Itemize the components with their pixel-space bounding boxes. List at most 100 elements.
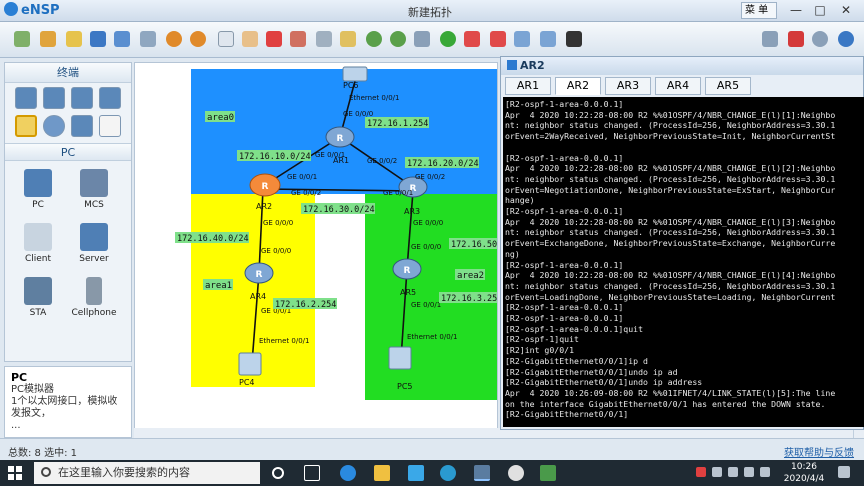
pc6-icon[interactable] xyxy=(342,66,368,82)
pc4-icon[interactable] xyxy=(238,352,262,376)
tab-ar4[interactable]: AR4 xyxy=(655,77,701,95)
area2-label: area2 xyxy=(457,271,484,281)
network-icon[interactable] xyxy=(728,467,738,477)
print-icon[interactable] xyxy=(140,31,156,47)
terminal-output[interactable]: [R2-ospf-1-area-0.0.0.1] Apr 4 2020 10:22… xyxy=(503,97,864,427)
device-cellphone[interactable]: Cellphone xyxy=(67,277,121,318)
topology-icon[interactable] xyxy=(540,31,556,47)
router-glyph: R xyxy=(404,266,411,276)
fit-icon[interactable] xyxy=(414,31,430,47)
save-as-icon[interactable] xyxy=(114,31,130,47)
subnet-label: 172.16.40.0/24 xyxy=(177,234,249,244)
terminal-line: nt: neighbor status changed. (ProcessId=… xyxy=(505,280,836,291)
app-taskbar-icon[interactable] xyxy=(508,465,524,481)
other-category-icon[interactable] xyxy=(71,115,93,137)
save-icon[interactable] xyxy=(90,31,106,47)
pc5-icon[interactable] xyxy=(388,346,412,370)
select-icon[interactable] xyxy=(218,31,234,47)
stop-all-icon[interactable] xyxy=(490,31,506,47)
terminal-category-icon[interactable] xyxy=(15,115,37,137)
tab-ar3[interactable]: AR3 xyxy=(605,77,651,95)
ime-icon[interactable] xyxy=(760,467,770,477)
chat-icon[interactable] xyxy=(762,31,778,47)
mail-icon[interactable] xyxy=(408,465,424,481)
zoom-in-icon[interactable] xyxy=(366,31,382,47)
text-icon[interactable] xyxy=(316,31,332,47)
cable-category-icon[interactable] xyxy=(99,115,121,137)
new-example-icon[interactable] xyxy=(40,31,56,47)
start-pane xyxy=(8,466,14,472)
palette-icon[interactable] xyxy=(340,31,356,47)
tab-ar1[interactable]: AR1 xyxy=(505,77,551,95)
file-explorer-icon[interactable] xyxy=(374,465,390,481)
stop-icon[interactable] xyxy=(464,31,480,47)
device-client[interactable]: Client xyxy=(11,223,65,264)
capture-icon[interactable] xyxy=(514,31,530,47)
device-pc[interactable]: PC xyxy=(11,169,65,210)
terminal-line: orEvent=LoadingDone, NeighborPreviousSta… xyxy=(505,291,836,302)
gear-icon[interactable] xyxy=(812,31,828,47)
topology-svg: R R R R R area0 area1 area2 PC6 AR1 AR2 … xyxy=(175,66,497,400)
task-view-icon[interactable] xyxy=(304,465,320,481)
hand-icon[interactable] xyxy=(242,31,258,47)
help-icon[interactable] xyxy=(838,31,854,47)
terminal-line: Apr 4 2020 10:26:09-08:00 R2 %%01IFNET/4… xyxy=(505,387,836,398)
area0-label: area0 xyxy=(207,113,234,123)
open-icon[interactable] xyxy=(66,31,82,47)
topology-canvas[interactable]: R R R R R area0 area1 area2 PC6 AR1 AR2 … xyxy=(134,62,498,438)
pc4-name: PC4 xyxy=(239,378,255,387)
huawei-icon[interactable] xyxy=(788,31,804,47)
terminal-icon[interactable] xyxy=(566,31,582,47)
router-category-icon[interactable] xyxy=(15,87,37,109)
tab-ar2[interactable]: AR2 xyxy=(555,77,601,95)
wlan-category-icon[interactable] xyxy=(71,87,93,109)
device-sta[interactable]: STA xyxy=(11,277,65,318)
redo-icon[interactable] xyxy=(190,31,206,47)
undo-icon[interactable] xyxy=(166,31,182,47)
close-button[interactable]: ✕ xyxy=(836,2,856,19)
firewall-category-icon[interactable] xyxy=(99,87,121,109)
minimize-button[interactable]: — xyxy=(786,2,806,19)
taskbar-search-input[interactable]: 在这里输入你要搜索的内容 xyxy=(34,462,260,484)
start-pane xyxy=(8,474,14,480)
subnet-label: 172.16.2.254 xyxy=(275,300,336,310)
sogou-icon[interactable] xyxy=(696,467,706,477)
browser-icon[interactable] xyxy=(440,465,456,481)
terminal-line: [R2-GigabitEthernet0/0/1]ip d xyxy=(505,355,648,366)
switch-category-icon[interactable] xyxy=(43,87,65,109)
menu-button[interactable]: 菜 单 ▾ xyxy=(741,2,777,31)
start-icon[interactable] xyxy=(440,31,456,47)
cloud-category-icon[interactable] xyxy=(43,115,65,137)
router-glyph: R xyxy=(256,270,263,280)
tab-ar5[interactable]: AR5 xyxy=(705,77,751,95)
chevron-up-icon[interactable] xyxy=(712,467,722,477)
zoom-out-icon[interactable] xyxy=(390,31,406,47)
desc-line: 1个以太网接口，模拟收 xyxy=(11,396,118,407)
help-feedback-link[interactable]: 获取帮助与反馈 xyxy=(784,444,854,459)
terminal-line: orEvent=ExchangeDone, NeighborPreviousSt… xyxy=(505,238,836,249)
subnet-label: 172.16.30.0/24 xyxy=(303,205,375,215)
media-taskbar-icon[interactable] xyxy=(540,465,556,481)
terminal-line: [R2-ospf-1-area-0.0.0.1] xyxy=(505,313,624,324)
taskbar-clock[interactable]: 10:26 2020/4/4 xyxy=(780,461,828,485)
windows-start-icon[interactable] xyxy=(8,466,22,480)
device-mcs[interactable]: MCS xyxy=(67,169,121,210)
terminal-line: on the interface GigabitEthernet0/0/1 ha… xyxy=(505,398,826,409)
clear-icon[interactable] xyxy=(290,31,306,47)
desc-title: PC xyxy=(11,371,28,384)
ensp-taskbar-icon[interactable] xyxy=(474,465,490,481)
cortana-icon[interactable] xyxy=(272,467,284,479)
edge-icon[interactable] xyxy=(340,465,356,481)
device-server[interactable]: Server xyxy=(67,223,121,264)
maximize-button[interactable]: □ xyxy=(810,2,830,19)
notification-icon[interactable] xyxy=(838,466,850,478)
palette-subheader: PC xyxy=(5,143,131,161)
start-pane xyxy=(16,466,22,472)
volume-icon[interactable] xyxy=(744,467,754,477)
delete-icon[interactable] xyxy=(266,31,282,47)
terminal-line: nt: neighbor status changed. (ProcessId=… xyxy=(505,173,836,184)
port-label: Ethernet 0/0/1 xyxy=(407,333,457,341)
new-topology-icon[interactable] xyxy=(14,31,30,47)
title-bar: eNSP 新建拓扑 菜 单 ▾ — □ ✕ xyxy=(0,0,864,31)
